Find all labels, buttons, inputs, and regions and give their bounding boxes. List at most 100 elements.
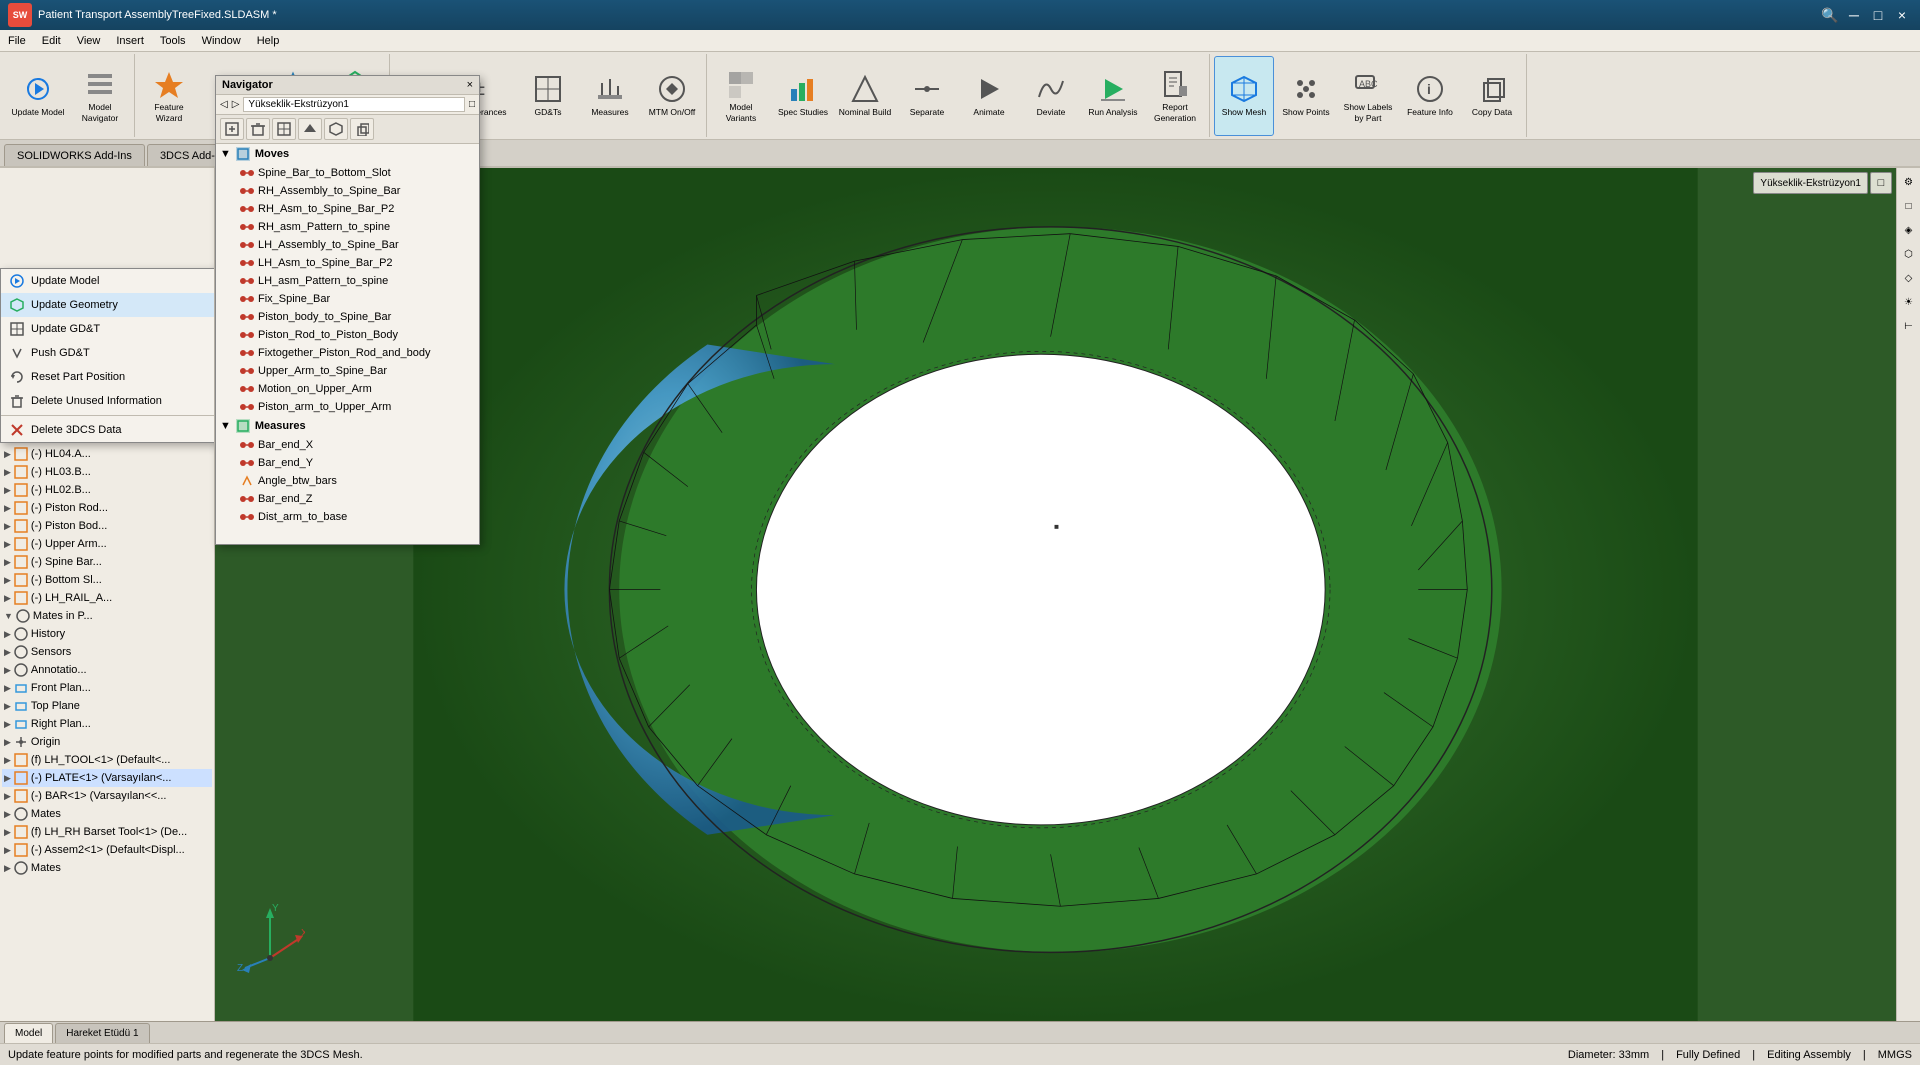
tree-expand-hl03b[interactable]: ▶ [4,467,11,478]
right-sidebar-materials-button[interactable]: ◇ [1899,268,1919,288]
nav-section-moves[interactable]: ▼ Moves [216,144,479,164]
minimize-button[interactable]: ─ [1844,5,1864,25]
tree-item-hl04a[interactable]: ▶ (-) HL04.A... [2,445,212,463]
tree-expand-front-plane[interactable]: ▶ [4,683,11,694]
mtm-button[interactable]: MTM On/Off [642,56,702,136]
tree-expand-spine-bar[interactable]: ▶ [4,557,11,568]
nav-item-rh-asm-spine-bar-p2[interactable]: RH_Asm_to_Spine_Bar_P2 [216,200,479,218]
tree-item-hl03b[interactable]: ▶ (-) HL03.B... [2,463,212,481]
nav-up-button[interactable] [298,118,322,140]
gdts-button[interactable]: GD&Ts [518,56,578,136]
nav-item-bar-end-y[interactable]: Bar_end_Y [216,454,479,472]
navigator-close-button[interactable]: × [467,79,473,91]
nav-item-lh-asm-spine-bar-p2[interactable]: LH_Asm_to_Spine_Bar_P2 [216,254,479,272]
tree-expand-bottom-sl[interactable]: ▶ [4,575,11,586]
nav-item-piston-body-spine[interactable]: Piston_body_to_Spine_Bar [216,308,479,326]
vp-expand-button[interactable]: □ [1870,172,1892,194]
menu-view[interactable]: View [69,30,109,51]
nav-copy-button[interactable] [350,118,374,140]
tree-item-sensors[interactable]: ▶ Sensors [2,643,212,661]
right-sidebar-view-button[interactable]: ◈ [1899,220,1919,240]
tree-expand-annotations[interactable]: ▶ [4,665,11,676]
tree-expand-mates3[interactable]: ▶ [4,863,11,874]
nav-item-upper-arm-spine[interactable]: Upper_Arm_to_Spine_Bar [216,362,479,380]
bottom-tab-model[interactable]: Model [4,1023,53,1043]
tree-expand-assem2[interactable]: ▶ [4,845,11,856]
nav-mesh-button[interactable] [324,118,348,140]
tree-item-lh-rh-barset[interactable]: ▶ (f) LH_RH Barset Tool<1> (De... [2,823,212,841]
nav-item-fix-spine-bar[interactable]: Fix_Spine_Bar [216,290,479,308]
nav-section-measures[interactable]: ▼ Measures [216,416,479,436]
separate-button[interactable]: Separate [897,56,957,136]
tree-item-plate1[interactable]: ▶ (-) PLATE<1> (Varsayılan<... [2,769,212,787]
nav-item-bar-end-z[interactable]: Bar_end_Z [216,490,479,508]
tree-expand-lh-tool[interactable]: ▶ [4,755,11,766]
menu-edit[interactable]: Edit [34,30,69,51]
tree-expand-lh-rh-barset[interactable]: ▶ [4,827,11,838]
tree-item-front-plane[interactable]: ▶ Front Plan... [2,679,212,697]
tree-expand-mates2[interactable]: ▶ [4,809,11,820]
dropdown-update-geometry[interactable]: Update Geometry [1,293,215,317]
tree-expand-mates-in[interactable]: ▼ [4,611,13,621]
nav-grid-button[interactable] [272,118,296,140]
tree-item-mates3[interactable]: ▶ Mates [2,859,212,877]
tree-expand-piston-body[interactable]: ▶ [4,521,11,532]
nav-item-motion-upper-arm[interactable]: Motion_on_Upper_Arm [216,380,479,398]
dropdown-update-gdts[interactable]: Update GD&T [1,317,215,341]
tree-expand-hl04a[interactable]: ▶ [4,449,11,460]
tree-item-top-plane[interactable]: ▶ Top Plane [2,697,212,715]
dropdown-push-gdt[interactable]: Push GD&T [1,341,215,365]
dropdown-delete-unused[interactable]: Delete Unused Information [1,389,215,413]
tree-expand-origin[interactable]: ▶ [4,737,11,748]
nav-forward-button[interactable]: ▷ [232,99,240,110]
right-sidebar-display-button[interactable]: □ [1899,196,1919,216]
close-button[interactable]: × [1892,5,1912,25]
tree-item-lh-tool[interactable]: ▶ (f) LH_TOOL<1> (Default<... [2,751,212,769]
report-generation-button[interactable]: Report Generation [1145,56,1205,136]
tree-item-spine-bar[interactable]: ▶ (-) Spine Bar... [2,553,212,571]
measures-button[interactable]: Measures [580,56,640,136]
nav-item-piston-arm-upper-arm[interactable]: Piston_arm_to_Upper_Arm [216,398,479,416]
nominal-build-button[interactable]: Nominal Build [835,56,895,136]
tree-expand-hl02b[interactable]: ▶ [4,485,11,496]
tree-item-history[interactable]: ▶ History [2,625,212,643]
tree-item-upper-arm[interactable]: ▶ (-) Upper Arm... [2,535,212,553]
tree-expand-history[interactable]: ▶ [4,629,11,640]
tree-item-mates-in[interactable]: ▼ Mates in P... [2,607,212,625]
nav-item-angle-btw-bars[interactable]: Angle_btw_bars [216,472,479,490]
update-model-button[interactable]: Update Model [8,56,68,136]
run-analysis-button[interactable]: Run Analysis [1083,56,1143,136]
tree-expand-right-plane[interactable]: ▶ [4,719,11,730]
tree-expand-sensors[interactable]: ▶ [4,647,11,658]
tree-item-mates2[interactable]: ▶ Mates [2,805,212,823]
right-sidebar-settings-button[interactable]: ⚙ [1899,172,1919,192]
menu-insert[interactable]: Insert [108,30,152,51]
dropdown-delete-3dcs[interactable]: Delete 3DCS Data [1,418,215,442]
right-sidebar-section-button[interactable]: ⊢ [1899,316,1919,336]
nav-back-button[interactable]: ◁ [220,99,228,110]
tree-item-bottom-sl[interactable]: ▶ (-) Bottom Sl... [2,571,212,589]
tree-item-origin[interactable]: ▶ Origin [2,733,212,751]
nav-item-bar-end-x[interactable]: Bar_end_X [216,436,479,454]
tree-item-hl02b[interactable]: ▶ (-) HL02.B... [2,481,212,499]
show-labels-button[interactable]: ABC Show Labels by Part [1338,56,1398,136]
bottom-tab-motion[interactable]: Hareket Etüdü 1 [55,1023,149,1043]
tree-item-lh-rail-a[interactable]: ▶ (-) LH_RAIL_A... [2,589,212,607]
show-points-button[interactable]: Show Points [1276,56,1336,136]
tree-expand-lh-rail-a[interactable]: ▶ [4,593,11,604]
feature-info-button[interactable]: i Feature Info [1400,56,1460,136]
search-solidworks[interactable]: 🔍 [1820,5,1840,25]
nav-item-rh-asm-pattern[interactable]: RH_asm_Pattern_to_spine [216,218,479,236]
nav-delete-button[interactable] [246,118,270,140]
show-mesh-button[interactable]: Show Mesh [1214,56,1274,136]
tree-item-piston-rod[interactable]: ▶ (-) Piston Rod... [2,499,212,517]
nav-add-button[interactable] [220,118,244,140]
nav-item-dist-arm-base[interactable]: Dist_arm_to_base [216,508,479,526]
dropdown-reset-part[interactable]: Reset Part Position [1,365,215,389]
right-sidebar-scene-button[interactable]: ☀ [1899,292,1919,312]
tree-expand-top-plane[interactable]: ▶ [4,701,11,712]
menu-file[interactable]: File [0,30,34,51]
spec-studies-button[interactable]: Spec Studies [773,56,833,136]
feature-wizard-button[interactable]: Feature Wizard [139,56,199,136]
tree-item-right-plane[interactable]: ▶ Right Plan... [2,715,212,733]
